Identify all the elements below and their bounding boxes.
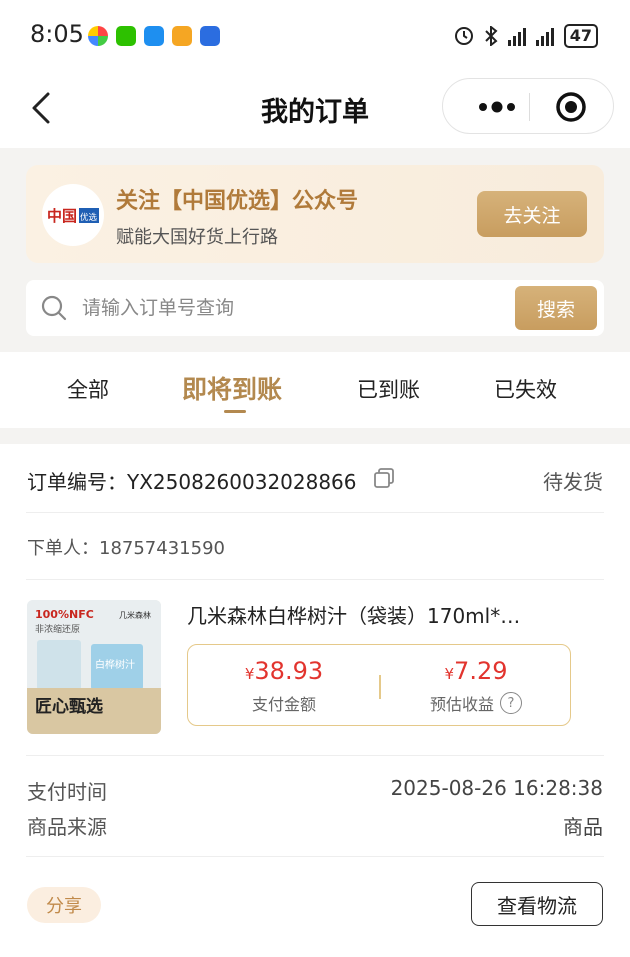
capsule-divider xyxy=(529,93,530,121)
notification-icons xyxy=(88,26,220,46)
product-thumbnail[interactable]: 100%NFC 非浓缩还原 几米森林 白桦树汁 匠心甄选 xyxy=(27,600,161,734)
earning-label: 预估收益 xyxy=(429,695,494,714)
product-image: 100%NFC 非浓缩还原 几米森林 白桦树汁 匠心甄选 xyxy=(27,600,161,734)
pay-amount: ¥38.93 xyxy=(244,657,324,685)
source-label: 商品来源 xyxy=(27,815,107,839)
thumb-product: 白桦树汁 xyxy=(95,658,135,671)
search-button[interactable]: 搜索 xyxy=(515,286,597,330)
question-icon[interactable]: ? xyxy=(500,692,522,714)
close-target-icon[interactable] xyxy=(555,91,587,123)
copy-icon[interactable] xyxy=(372,466,396,490)
qq-icon xyxy=(144,26,164,46)
svg-text:优选: 优选 xyxy=(80,212,98,223)
view-logistics-button[interactable]: 查看物流 xyxy=(471,882,603,926)
promo-subtitle: 赋能大国好货上行路 xyxy=(116,227,278,248)
buyer-phone: 下单人：18757431590 xyxy=(27,538,225,559)
product-name[interactable]: 几米森林白桦树汁（袋装）170ml*… xyxy=(187,600,577,629)
thumb-slogan: 匠心甄选 xyxy=(35,697,103,717)
order-card: 订单编号：YX2508260032028866 待发货 下单人：18757431… xyxy=(0,444,630,957)
earning-amount: ¥7.29 xyxy=(444,657,508,685)
share-button[interactable]: 分享 xyxy=(27,887,101,923)
order-search-input[interactable] xyxy=(82,280,502,336)
amount-box: ¥38.93 支付金额 ¥7.29 预估收益 ? xyxy=(187,644,571,726)
system-icons: 47 xyxy=(454,24,598,48)
thumb-badge: 100%NFC xyxy=(35,608,94,621)
signal-icon xyxy=(507,26,526,46)
blue-app-icon xyxy=(200,26,220,46)
search-icon xyxy=(41,295,67,321)
divider xyxy=(26,512,604,513)
tab-arrived[interactable]: 已到账 xyxy=(357,374,420,404)
status-time: 8:05 xyxy=(30,20,84,48)
tab-all[interactable]: 全部 xyxy=(67,374,109,404)
thumb-brand: 几米森林 xyxy=(119,610,151,620)
more-icon[interactable] xyxy=(467,95,527,119)
divider xyxy=(26,755,604,756)
promo-banner: 中国 优选 关注【中国优选】公众号 赋能大国好货上行路 去关注 xyxy=(26,165,604,263)
order-status: 待发货 xyxy=(543,470,603,494)
active-tab-indicator xyxy=(224,410,246,413)
earning-label-row: 预估收益 ? xyxy=(380,691,572,715)
pay-amount-block: ¥38.93 支付金额 xyxy=(188,657,380,715)
status-bar: 8:05 47 xyxy=(0,0,630,70)
promo-title: 关注【中国优选】公众号 xyxy=(116,189,359,214)
tab-pending-arrival[interactable]: 即将到账 xyxy=(182,370,282,406)
battery-icon: 47 xyxy=(563,24,598,48)
colorful-app-icon xyxy=(88,26,108,46)
thumb-sub: 非浓缩还原 xyxy=(35,623,80,635)
pay-time-value: 2025-08-26 16:28:38 xyxy=(390,776,603,800)
mini-program-capsule xyxy=(442,78,614,134)
earning-block: ¥7.29 预估收益 ? xyxy=(380,657,572,715)
alarm-icon xyxy=(454,27,473,45)
orange-app-icon xyxy=(172,26,192,46)
pay-time-label: 支付时间 xyxy=(27,780,107,804)
china-select-logo-icon: 中国 优选 xyxy=(47,207,99,225)
brand-logo: 中国 优选 xyxy=(42,184,104,246)
bluetooth-icon xyxy=(485,26,498,46)
order-number: 订单编号：YX2508260032028866 xyxy=(27,470,357,494)
divider xyxy=(26,579,604,580)
source-value: 商品 xyxy=(563,815,603,839)
svg-text:中国: 中国 xyxy=(47,207,77,225)
follow-button[interactable]: 去关注 xyxy=(477,191,587,237)
signal-icon-2 xyxy=(535,26,554,46)
pay-amount-label: 支付金额 xyxy=(251,695,316,714)
wechat-icon xyxy=(116,26,136,46)
search-bar: 搜索 xyxy=(26,280,604,336)
divider xyxy=(26,856,604,857)
tab-expired[interactable]: 已失效 xyxy=(494,374,557,404)
order-tabs: 全部 即将到账 已到账 已失效 xyxy=(0,352,630,428)
nav-bar: 我的订单 xyxy=(0,70,630,148)
